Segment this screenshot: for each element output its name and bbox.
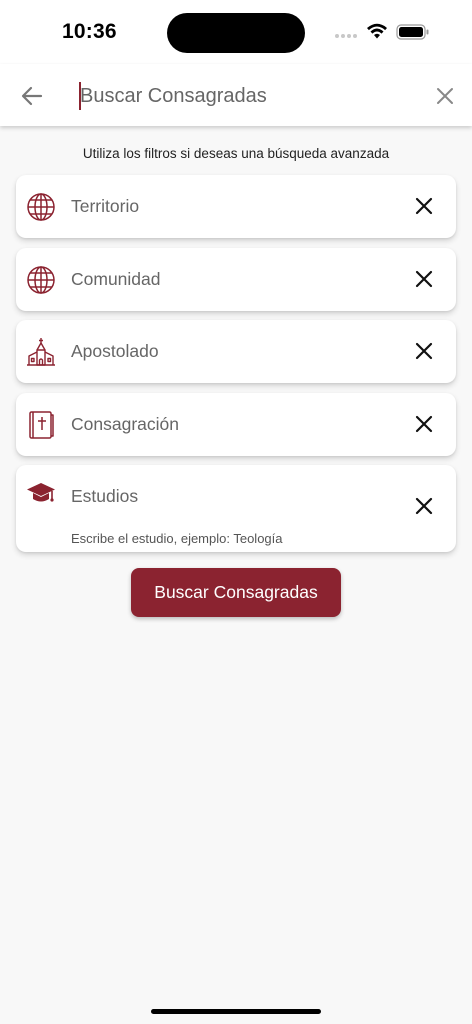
search-app-bar xyxy=(0,64,472,126)
filter-apostolado[interactable]: Apostolado xyxy=(16,320,456,383)
filter-comunidad[interactable]: Comunidad xyxy=(16,248,456,311)
close-icon[interactable] xyxy=(414,196,434,216)
status-time: 10:36 xyxy=(62,20,117,43)
search-input[interactable] xyxy=(78,78,420,114)
close-icon[interactable] xyxy=(414,269,434,289)
close-icon[interactable] xyxy=(414,414,434,434)
filter-helper-text: Escribe el estudio, ejemplo: Teología xyxy=(71,531,283,546)
wifi-icon xyxy=(367,23,387,39)
search-consagradas-button[interactable]: Buscar Consagradas xyxy=(131,568,341,617)
filter-label: Apostolado xyxy=(71,341,159,361)
filter-territorio[interactable]: Territorio xyxy=(16,175,456,238)
close-icon[interactable] xyxy=(414,341,434,361)
church-icon xyxy=(27,338,55,366)
bible-icon xyxy=(29,411,54,439)
status-bar: 10:36 xyxy=(0,0,472,64)
filter-label: Estudios xyxy=(71,486,139,506)
filters-hint-text: Utiliza los filtros si deseas una búsque… xyxy=(82,146,390,161)
filter-label: Comunidad xyxy=(71,269,161,289)
filter-label: Territorio xyxy=(71,196,140,216)
home-indicator xyxy=(151,1009,321,1014)
filter-estudios[interactable]: Estudios Escribe el estudio, ejemplo: Te… xyxy=(16,465,456,552)
back-arrow-icon[interactable] xyxy=(18,82,46,110)
filter-label: Consagración xyxy=(71,414,179,434)
dynamic-island xyxy=(167,13,305,53)
clear-search-icon[interactable] xyxy=(434,85,456,107)
globe-icon xyxy=(27,193,55,221)
text-caret xyxy=(79,82,81,110)
graduation-cap-icon xyxy=(27,483,55,502)
filter-consagracion[interactable]: Consagración xyxy=(16,393,456,456)
close-icon[interactable] xyxy=(414,496,434,516)
battery-icon xyxy=(396,24,429,40)
globe-icon xyxy=(27,266,55,294)
cellular-signal-icon xyxy=(335,34,357,38)
